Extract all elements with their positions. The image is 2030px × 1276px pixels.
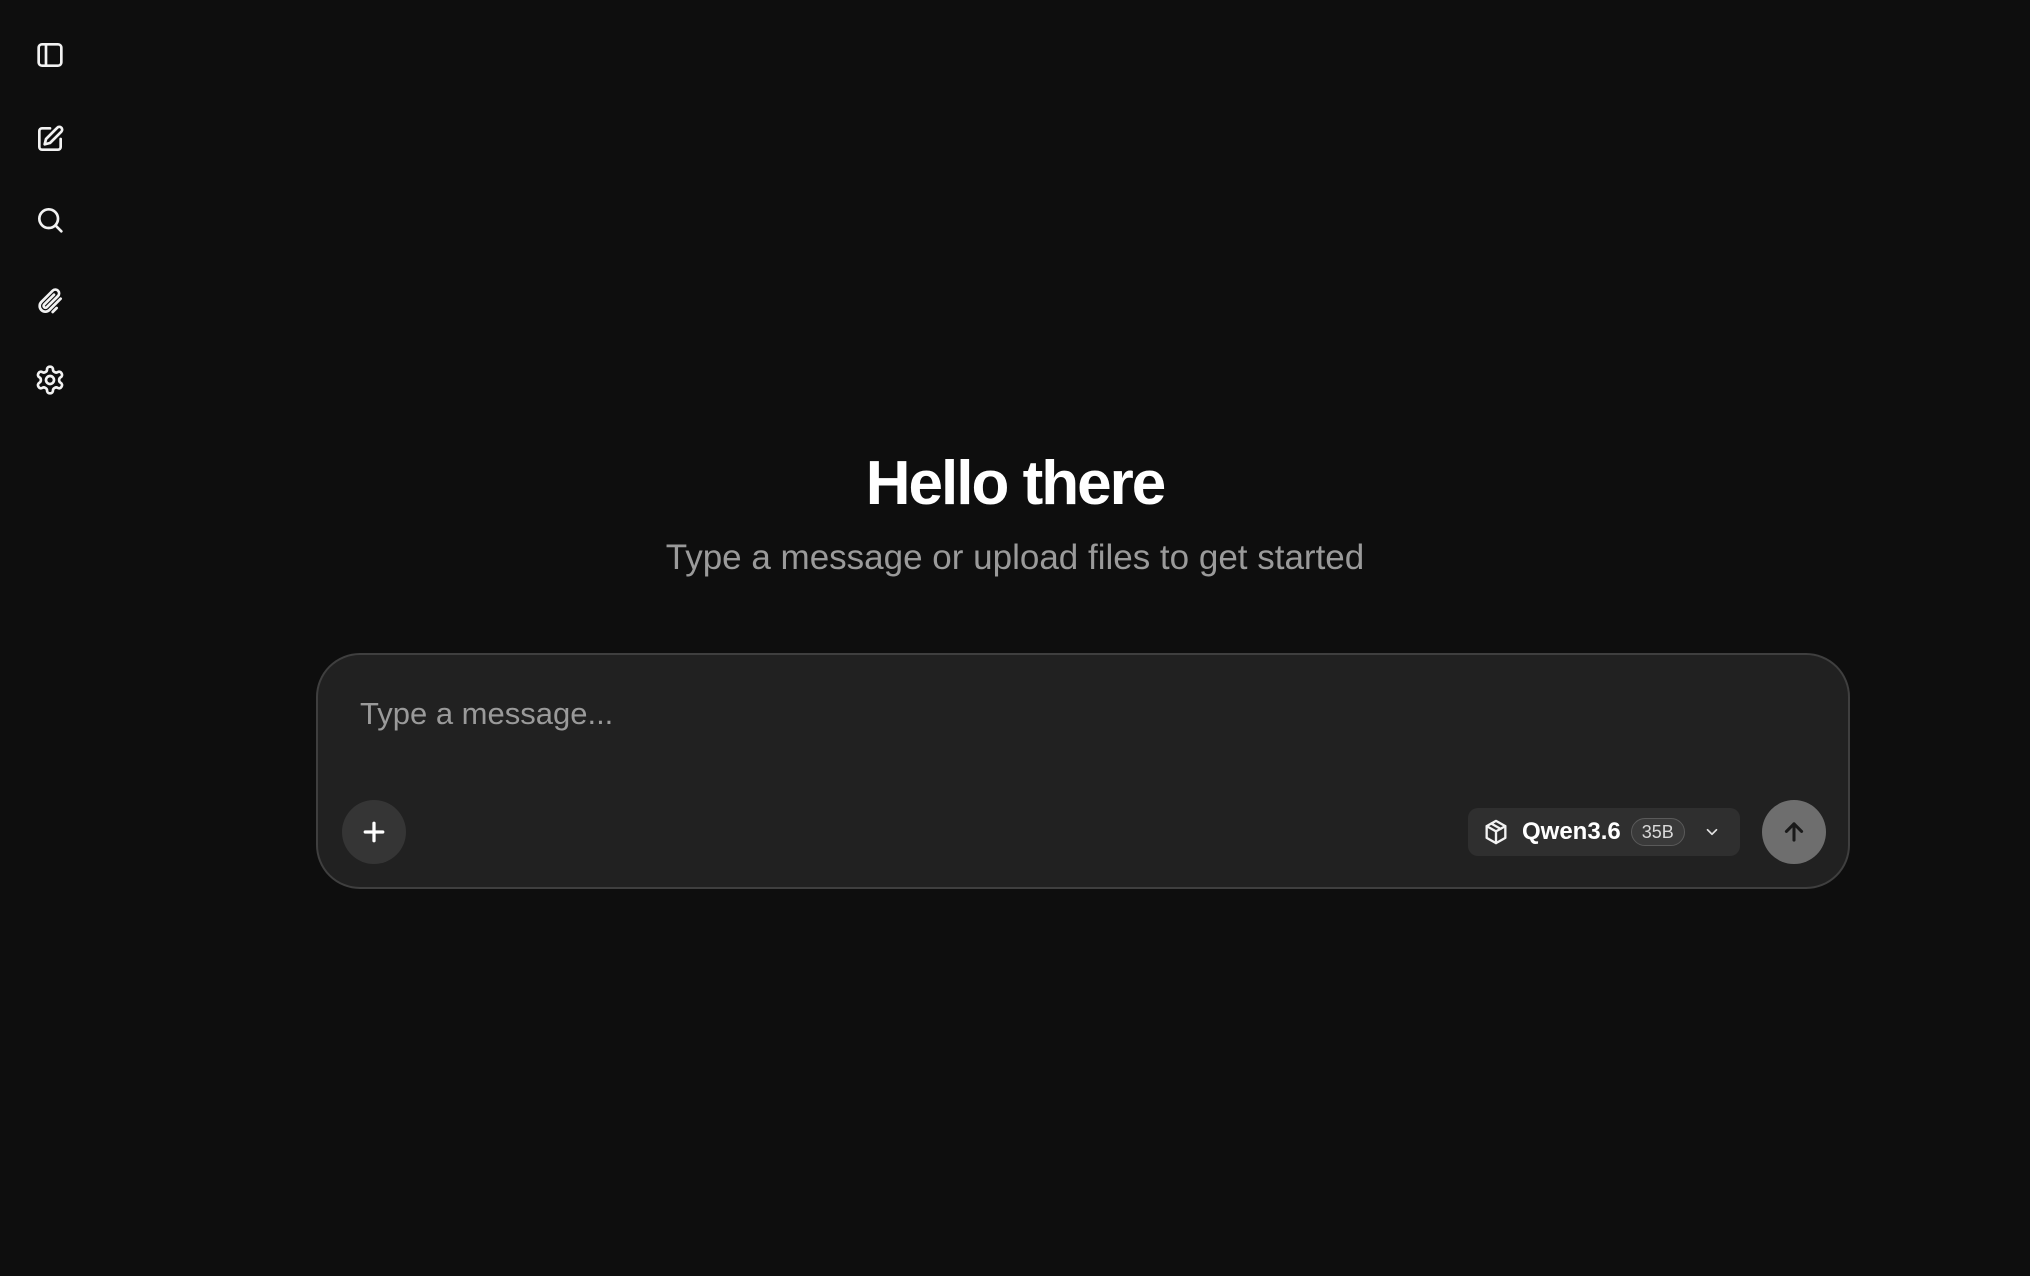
sidebar (0, 0, 100, 1276)
model-name: Qwen3.6 (1522, 818, 1621, 845)
app-root: Hello there Type a message or upload fil… (0, 0, 2030, 1276)
page-title: Hello there (865, 449, 1166, 518)
model-size-badge: 35B (1630, 818, 1685, 846)
paperclip-icon (38, 288, 62, 314)
new-chat-button[interactable] (26, 115, 74, 163)
files-button[interactable] (26, 276, 74, 324)
add-attachment-button[interactable] (342, 800, 406, 864)
model-selector[interactable]: Qwen3.6 35B (1468, 808, 1740, 856)
gear-icon (36, 365, 64, 395)
message-input[interactable] (358, 683, 1802, 745)
sidebar-toggle-icon (37, 43, 63, 67)
message-composer: Qwen3.6 35B (316, 653, 1850, 889)
send-button[interactable] (1762, 800, 1826, 864)
new-chat-icon (38, 125, 64, 151)
search-button[interactable] (26, 196, 74, 244)
page-subtitle: Type a message or upload files to get st… (665, 538, 1365, 577)
plus-icon (363, 821, 385, 843)
arrow-up-icon (1784, 822, 1804, 842)
search-icon (38, 208, 63, 233)
chevron-down-icon (1706, 828, 1718, 836)
settings-button[interactable] (26, 356, 74, 404)
sidebar-toggle-button[interactable] (26, 31, 74, 79)
cube-icon (1485, 819, 1507, 845)
